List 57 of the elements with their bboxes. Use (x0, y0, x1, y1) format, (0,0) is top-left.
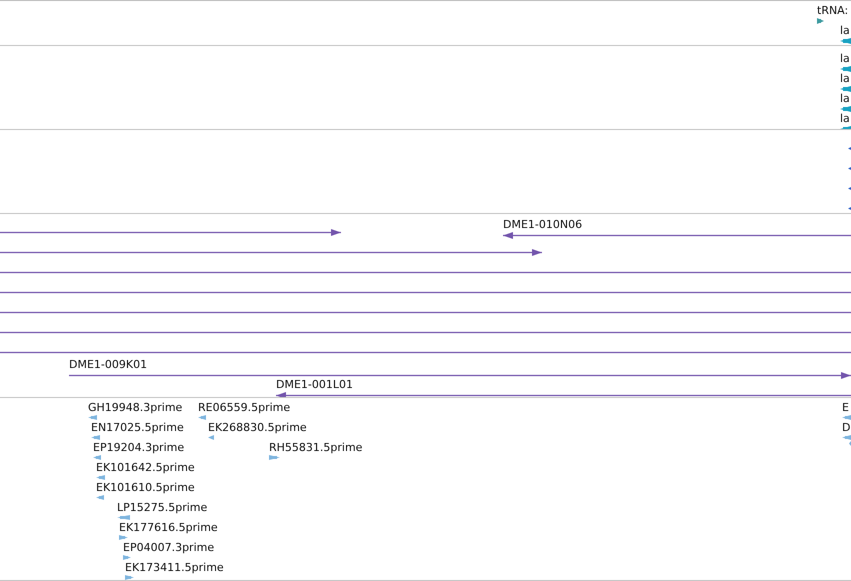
feature-arrow[interactable] (123, 555, 131, 560)
feature-label: la (840, 72, 850, 85)
clone-line[interactable] (69, 372, 851, 379)
feature-label: EK268830.5prime (208, 421, 307, 434)
feature-label: RE06559.5prime (198, 401, 290, 414)
feature-label: RH55831.5prime (269, 441, 362, 454)
feature-label: tRNA: (817, 4, 848, 17)
feature-arrow[interactable] (817, 18, 824, 24)
clone-line[interactable] (0, 229, 341, 236)
feature-arrow[interactable] (849, 441, 851, 446)
feature-arrow[interactable] (208, 435, 214, 440)
clone-line[interactable] (0, 329, 851, 336)
feature-label: la (840, 112, 850, 125)
feature-mark[interactable] (848, 187, 851, 190)
feature-arrow[interactable] (96, 475, 105, 480)
feature-arrow[interactable] (198, 415, 206, 420)
feature-arrow[interactable] (840, 106, 851, 112)
feature-arrow[interactable] (269, 455, 280, 460)
clone-line[interactable] (503, 232, 851, 239)
feature-label: EN17025.5prime (91, 421, 184, 434)
feature-arrow[interactable] (840, 66, 851, 72)
feature-label: DME1-001L01 (276, 378, 353, 391)
clone-line[interactable] (276, 392, 851, 397)
feature-arrow[interactable] (119, 535, 128, 540)
feature-label: GH19948.3prime (88, 401, 182, 414)
clone-line[interactable] (0, 349, 851, 356)
feature-label: EK177616.5prime (119, 521, 218, 534)
clone-line[interactable] (0, 249, 542, 256)
feature-label: EP04007.3prime (123, 541, 214, 554)
feature-arrow[interactable] (93, 455, 101, 460)
feature-label: DME1-009K01 (69, 358, 148, 371)
feature-arrow[interactable] (88, 415, 97, 420)
feature-label: EK101610.5prime (96, 481, 195, 494)
feature-mark[interactable] (848, 167, 851, 170)
feature-label: EK101642.5prime (96, 461, 195, 474)
feature-label: la (840, 24, 850, 37)
feature-mark[interactable] (848, 147, 851, 150)
feature-mark[interactable] (848, 207, 851, 210)
feature-label: E (842, 401, 849, 414)
feature-arrow[interactable] (117, 515, 130, 520)
feature-arrow[interactable] (842, 435, 851, 440)
feature-arrow[interactable] (842, 415, 851, 420)
feature-label: EK173411.5prime (125, 561, 224, 574)
feature-label: LP15275.5prime (117, 501, 208, 514)
feature-arrow[interactable] (91, 435, 100, 440)
feature-arrow[interactable] (840, 86, 851, 92)
feature-label: EP19204.3prime (93, 441, 184, 454)
feature-label: la (840, 52, 850, 65)
feature-label: DME1-010N06 (503, 218, 582, 231)
feature-arrow[interactable] (840, 38, 851, 44)
feature-label: la (840, 92, 850, 105)
clone-line[interactable] (0, 309, 851, 316)
feature-arrow[interactable] (96, 495, 104, 500)
feature-arrow[interactable] (125, 575, 134, 580)
clone-line[interactable] (0, 289, 851, 296)
feature-label: D (842, 421, 850, 434)
clone-line[interactable] (0, 269, 851, 276)
